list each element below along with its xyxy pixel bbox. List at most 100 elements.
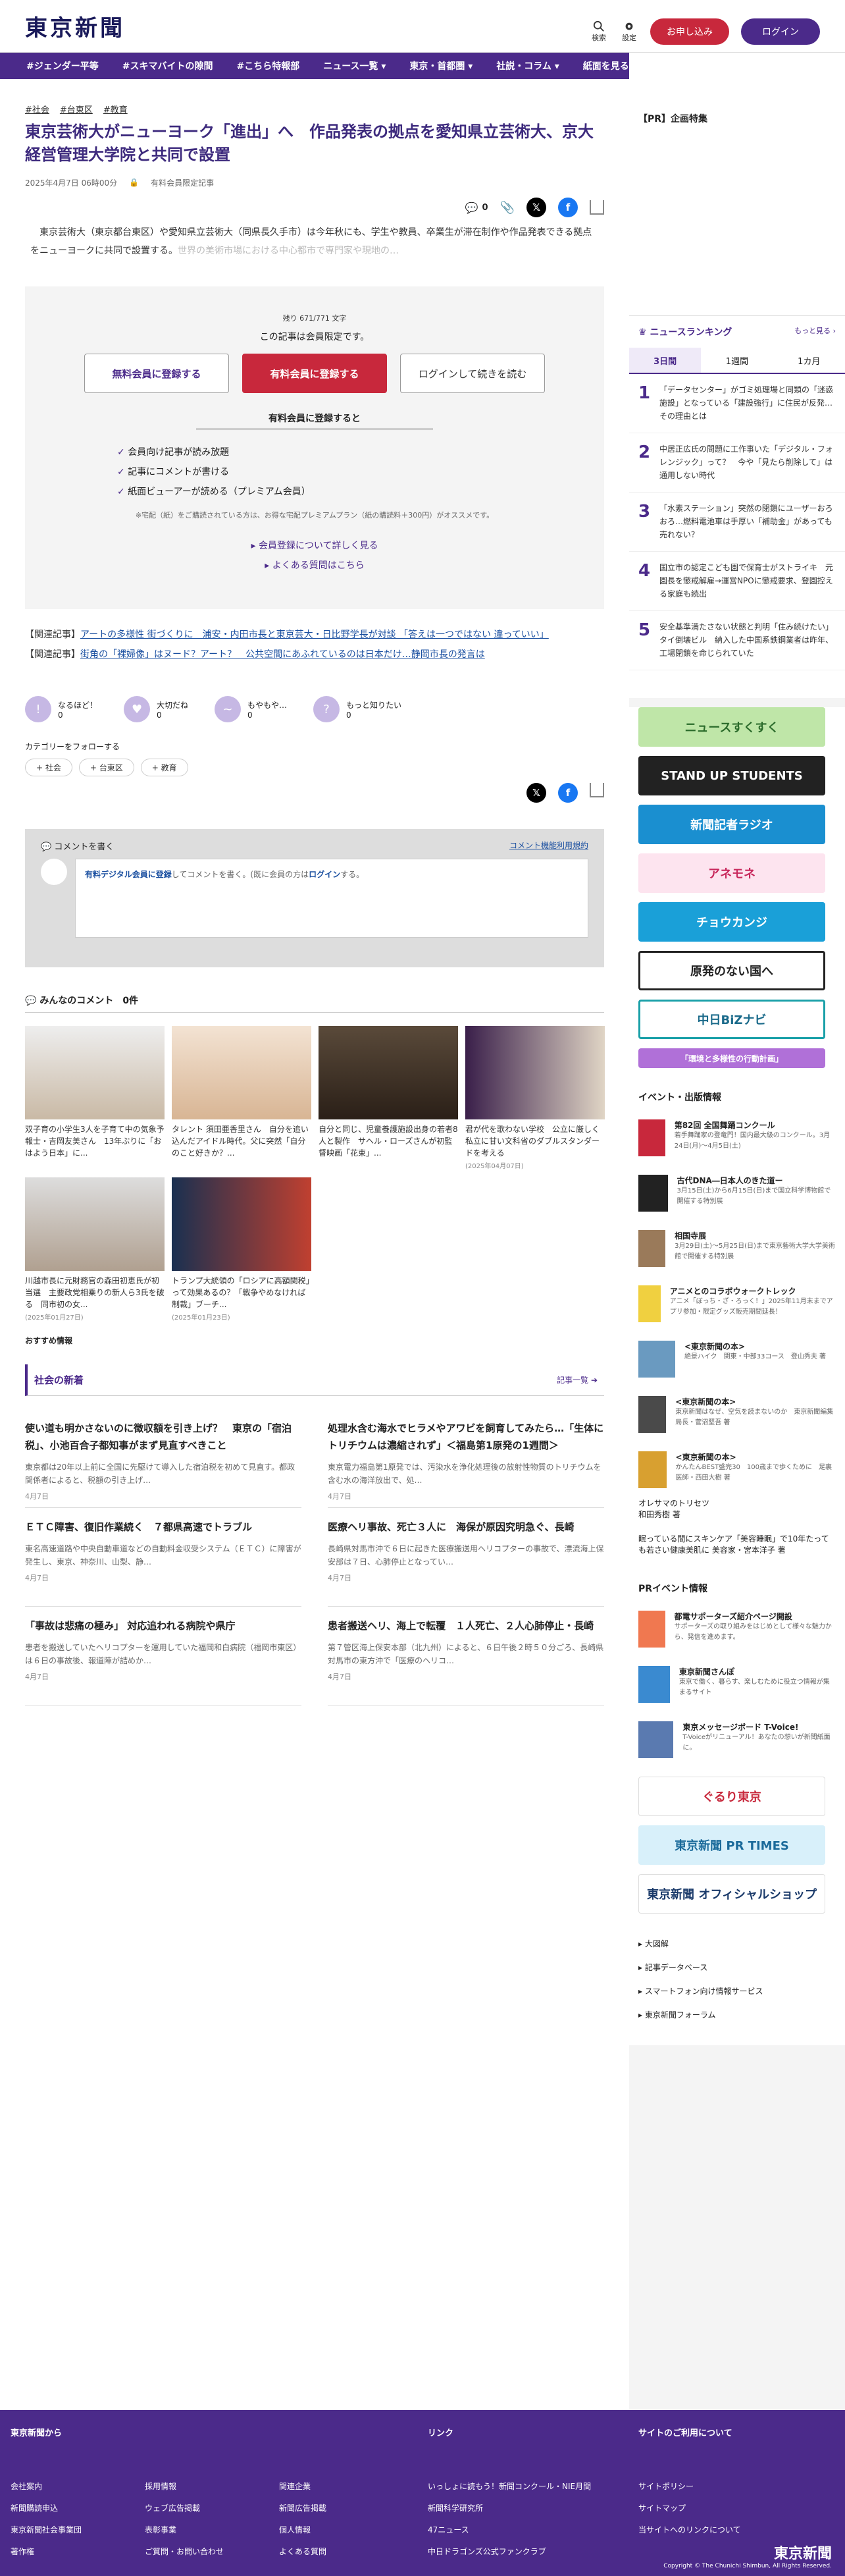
banner[interactable]: ぐるり東京 [638,1777,825,1816]
footer-link[interactable]: サイトマップ [638,2498,741,2519]
footer-link[interactable]: 表彰事業 [145,2519,224,2541]
comment-icon[interactable]: 💬 [465,201,478,214]
pr-item[interactable]: 都電サポーターズ紹介ページ開設 サポーターズの取り組みをはじめとして様々な魅力から… [629,1601,845,1657]
follow-chip[interactable]: + 社会 [25,759,72,776]
nav-item[interactable]: 東京・首都圏 ▾ [409,59,473,72]
x-share-icon[interactable]: 𝕏 [526,783,546,803]
footer-link[interactable]: 当サイトへのリンクについて [638,2519,741,2541]
sidebar-link[interactable]: ▸ 大図解 [638,1932,836,1956]
pr-item[interactable]: 東京新聞さんぽ 東京で働く、暮らす、楽しむために役立つ情報が集まるサイト [629,1657,845,1712]
ranking-item[interactable]: 3 「水素ステーション」突然の閉鎖にユーザーおろおろ…燃料電池車は手厚い「補助金」… [629,493,845,552]
banner[interactable]: 中日BiZナビ [638,1000,825,1039]
photo-card[interactable]: 川越市長に元財務官の森田初恵氏が初当選 主要政党相乗りの新人ら3氏を破る 同市初… [25,1177,165,1322]
nav-item[interactable]: #スキマバイトの隙間 [122,59,213,72]
photo-card[interactable]: 双子育の小学生3人を子育て中の気象予報士・吉岡友美さん 13年ぶりに「おはよう日… [25,1026,165,1170]
photo-card[interactable]: トランプ大統領の「ロシアに高額関税」って効果あるの？「戦争やめなければ制裁」ブー… [172,1177,311,1322]
nav-item[interactable]: #こちら特報部 [236,59,299,72]
banner[interactable]: 東京新聞 PR TIMES [638,1825,825,1865]
footer-link[interactable]: 会社案内 [11,2476,82,2498]
sidebar-link[interactable]: ▸ 記事データベース [638,1956,836,1979]
footer-link[interactable]: 採用情報 [145,2476,224,2498]
more-info-link[interactable]: ▸ 会員登録について詳しく見る [25,539,604,552]
footer-link[interactable]: 新聞広告掲載 [279,2498,326,2519]
footer-link[interactable]: 新聞購読申込 [11,2498,82,2519]
tag-link[interactable]: #社会 [25,103,49,115]
pr-item[interactable]: 東京メッセージボード T-Voice! T-Voiceがリニューアル！あなたの想い… [629,1712,845,1767]
footer-link[interactable]: 関連企業 [279,2476,326,2498]
reaction-button[interactable]: ♥ 大切だね 0 [124,691,188,728]
related-link[interactable]: アートの多様性 街づくりに 浦安・内田市長と東京芸大・日比野学長が対談 「答えは… [80,630,549,640]
settings-button[interactable]: 設定 [620,20,638,43]
news-item[interactable]: 患者搬送ヘリ、海上で転覆 １人死亡、２人心肺停止・長崎 第７管区海上保安本部（北九… [328,1607,604,1705]
tab-3days[interactable]: 3日間 [629,348,702,373]
news-item[interactable]: 処理水含む海水でヒラメやアワビを飼育してみたら…「生体にトリチウムは濃縮されず」… [328,1409,604,1508]
photo-card[interactable]: タレント 須田亜香里さん 自分を追い込んだアイドル時代。父に突然「自分のこと好き… [172,1026,311,1170]
news-item[interactable]: 「事故は悲痛の極み」 対応追われる病院や県庁 患者を搬送していたヘリコプターを運用… [25,1607,301,1705]
share-icon[interactable] [590,200,604,215]
paid-register-button[interactable]: 有料会員に登録する [242,354,387,393]
footer-link[interactable]: 東京新聞社会事業団 [11,2519,82,2541]
register-link[interactable]: 有料デジタル会員に登録 [85,870,172,879]
free-register-button[interactable]: 無料会員に登録する [84,354,229,393]
footer-link[interactable]: 著作権 [11,2541,82,2563]
footer-logo[interactable]: 東京新聞 [774,2542,832,2563]
x-share-icon[interactable]: 𝕏 [526,198,546,217]
extra-book[interactable]: 眠っている間にスキンケア「美容睡眠」で10年たっても若さい健康美肌に 美容家・宮… [629,1520,845,1569]
extra-book[interactable]: オレサマのトリセツ 和田秀樹 著 [629,1497,845,1520]
login-link[interactable]: ログイン [309,870,340,879]
login-button[interactable]: ログイン [741,18,820,45]
event-item[interactable]: <東京新聞の本> 東京新聞はなぜ、空気を読まないのか 東京新聞編集局長・菅沼堅吾 … [629,1387,845,1442]
footer-link[interactable]: 新聞科学研究所 [428,2498,591,2519]
event-item[interactable]: 相国寺展 3月29日(土)～5月25日(日)まで東京藝術大学大学美術館で開催する特… [629,1221,845,1276]
banner[interactable]: 新聞記者ラジオ [638,805,825,844]
search-button[interactable]: 検索 [590,20,608,43]
nav-item[interactable]: #ジェンダー平等 [26,59,99,72]
event-item[interactable]: 古代DNA―日本人のきた道ー 3月15日(土)から6月15日(日)まで国立科学博物… [629,1166,845,1221]
subscribe-button[interactable]: お申し込み [650,18,729,45]
social-more-link[interactable]: 記事一覧 ➔ [557,1374,598,1385]
follow-chip[interactable]: + 台東区 [78,759,134,776]
footer-link[interactable]: ウェブ広告掲載 [145,2498,224,2519]
banner[interactable]: STAND UP STUDENTS [638,756,825,795]
ranking-more-link[interactable]: もっと見る › [794,325,836,338]
banner[interactable]: 東京新聞 オフィシャルショップ [638,1874,825,1914]
footer-link[interactable]: いっしょに読もう！新聞コンクール・NIE月間 [428,2476,591,2498]
tag-link[interactable]: #台東区 [60,103,93,115]
site-logo[interactable]: 東京新聞 [25,10,125,42]
sidebar-link[interactable]: ▸ スマートフォン向け情報サービス [638,1979,836,2003]
banner[interactable]: アネモネ [638,853,825,893]
follow-chip[interactable]: + 教育 [140,759,188,776]
news-item[interactable]: 使い道も明かさないのに徴収額を引き上げ？ 東京の「宿泊税」、小池百合子都知事がま… [25,1409,301,1508]
footer-link[interactable]: サイトポリシー [638,2476,741,2498]
ranking-item[interactable]: 1 「データセンター」がゴミ処理場と同類の「迷惑施設」となっている「建設強行」に住… [629,374,845,433]
photo-card[interactable]: 自分と同じ、児童養護施設出身の若者8人と製作 サヘル・ローズさんが初監督映画「花… [319,1026,458,1170]
tag-link[interactable]: #教育 [103,103,128,115]
faq-link[interactable]: ▸ よくある質問はこちら [25,558,604,572]
footer-link[interactable]: 個人情報 [279,2519,326,2541]
banner[interactable]: 原発のない国へ [638,951,825,990]
news-item[interactable]: 医療ヘリ事故、死亡３人に 海保が原因究明急ぐ、長崎 長崎県対馬市沖で６日に起きた医… [328,1508,604,1607]
nav-item[interactable]: ニュース一覧 ▾ [323,59,386,72]
news-item[interactable]: ＥＴＣ障害、復旧作業続く ７都県高速でトラブル 東名高速道路や中央自動車道などの自… [25,1508,301,1607]
clip-icon[interactable]: 📎 [500,201,515,215]
facebook-share-icon[interactable]: f [558,198,578,217]
tab-1month[interactable]: 1カ月 [773,348,845,373]
ranking-item[interactable]: 5 安全基準満たさない状態と判明「住み続けたい」 タイ倒壊ビル 納入した中国系鉄鋼… [629,611,845,670]
event-item[interactable]: アニメとのコラボウォークトレック アニメ「ぼっち・ざ・ろっく！」2025年11月末… [629,1276,845,1331]
share-icon[interactable] [590,783,604,797]
footer-link[interactable]: ご質問・お問い合わせ [145,2541,224,2563]
event-item[interactable]: <東京新聞の本> かんたんBEST盛完30 100歳まで歩くために 足裏医師・西田… [629,1442,845,1497]
sidebar-link[interactable]: ▸ 東京新聞フォーラム [638,2003,836,2027]
reaction-button[interactable]: ! なるほど！ 0 [25,691,97,728]
event-item[interactable]: 第82回 全国舞踊コンクール 若手舞踊家の登竜門！国内最大級のコンクール。3月24… [629,1110,845,1166]
related-link[interactable]: 街角の「裸婦像」はヌード？アート？ 公共空間にあふれているのは日本だけ…静岡市長… [80,649,485,660]
reaction-button[interactable]: ~ もやもや… 0 [215,691,287,728]
banner[interactable]: ニュースすくすく [638,707,825,747]
banner[interactable]: 「環境と多様性の行動計画」 [638,1048,825,1068]
photo-card[interactable]: 君が代を歌わない学校 公立に厳しく私立に甘い文科省のダブルスタンダードを考える(… [465,1026,605,1170]
facebook-share-icon[interactable]: f [558,783,578,803]
comment-rules-link[interactable]: コメント機能利用規約 [509,840,588,852]
footer-link[interactable]: 中日ドラゴンズ公式ファンクラブ [428,2541,591,2563]
login-continue-button[interactable]: ログインして続きを読む [400,354,545,393]
ranking-item[interactable]: 4 国立市の認定こども園で保育士がストライキ 元園長を懲戒解雇→運営NPOに懲戒要… [629,552,845,611]
